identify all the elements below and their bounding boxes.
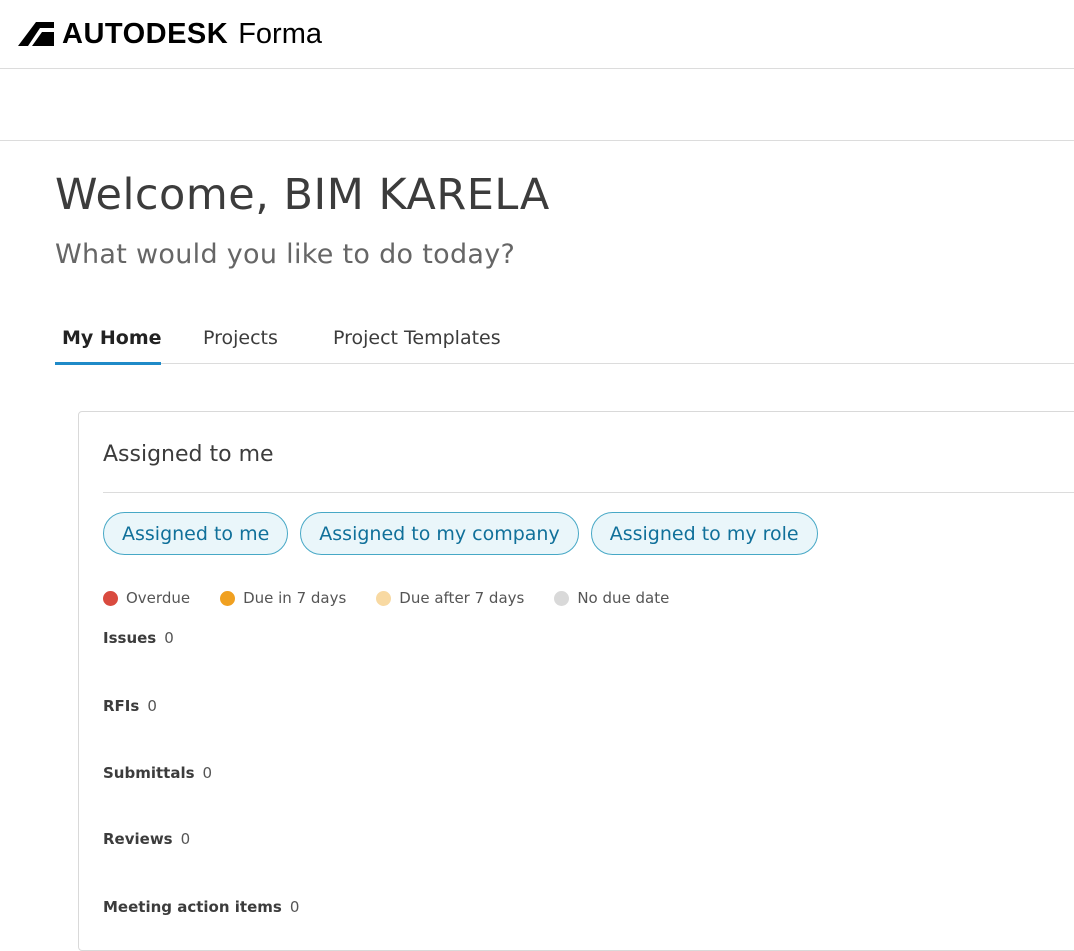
row-submittals[interactable]: Submittals 0 [103, 764, 212, 782]
legend-due-in-7-days: Due in 7 days [220, 589, 346, 607]
row-count: 0 [147, 697, 157, 715]
row-count: 0 [202, 764, 213, 782]
legend-due-after-7-days: Due after 7 days [376, 589, 524, 607]
tab-label: My Home [62, 327, 162, 349]
overdue-dot-icon [103, 590, 118, 606]
status-legend: Overdue Due in 7 days Due after 7 days N… [103, 589, 699, 607]
filter-chips: Assigned to me Assigned to my company As… [103, 512, 818, 555]
active-tab-indicator [55, 362, 161, 365]
legend-label: Due after 7 days [399, 589, 525, 607]
row-count: 0 [289, 898, 300, 916]
tab-project-templates[interactable]: Project Templates [333, 318, 501, 364]
product-name: Forma [238, 17, 323, 50]
page-title: Welcome, BIM KARELA [55, 170, 550, 220]
divider [103, 492, 1074, 493]
row-label: Reviews [103, 830, 173, 848]
assigned-card: Assigned to me Assigned to me Assigned t… [78, 411, 1074, 951]
autodesk-logo-icon [18, 22, 54, 46]
filter-assigned-to-me[interactable]: Assigned to me [103, 512, 289, 555]
secondary-bar [0, 69, 1074, 141]
row-rfis[interactable]: RFIs 0 [103, 697, 157, 715]
top-bar: AUTODESK Forma [0, 0, 1074, 69]
row-label: Meeting action items [103, 898, 282, 916]
tab-my-home[interactable]: My Home [62, 318, 162, 364]
legend-overdue: Overdue [103, 589, 190, 607]
due-soon-dot-icon [220, 590, 236, 606]
row-meeting-action-items[interactable]: Meeting action items 0 [103, 898, 299, 916]
row-label: Submittals [103, 764, 195, 782]
brand-name: AUTODESK [62, 17, 229, 50]
due-later-dot-icon [376, 590, 392, 606]
filter-assigned-to-my-role[interactable]: Assigned to my role [590, 512, 818, 555]
legend-label: Overdue [126, 589, 191, 607]
legend-label: Due in 7 days [243, 589, 347, 607]
autodesk-forma-logo[interactable]: AUTODESK Forma [18, 16, 322, 52]
tab-label: Project Templates [333, 327, 501, 349]
filter-assigned-to-my-company[interactable]: Assigned to my company [300, 512, 579, 555]
row-issues[interactable]: Issues 0 [103, 629, 174, 647]
row-count: 0 [180, 830, 191, 848]
legend-no-due-date: No due date [554, 589, 669, 607]
legend-label: No due date [577, 589, 670, 607]
row-count: 0 [164, 629, 174, 647]
row-label: Issues [103, 629, 157, 647]
card-title: Assigned to me [103, 442, 274, 467]
tab-projects[interactable]: Projects [203, 318, 278, 364]
page-subtitle: What would you like to do today? [55, 239, 516, 270]
row-reviews[interactable]: Reviews 0 [103, 830, 190, 848]
no-due-date-dot-icon [554, 590, 570, 606]
tab-label: Projects [203, 327, 278, 349]
tab-bar: My Home Projects Project Templates [55, 318, 1074, 365]
row-label: RFIs [103, 697, 140, 715]
